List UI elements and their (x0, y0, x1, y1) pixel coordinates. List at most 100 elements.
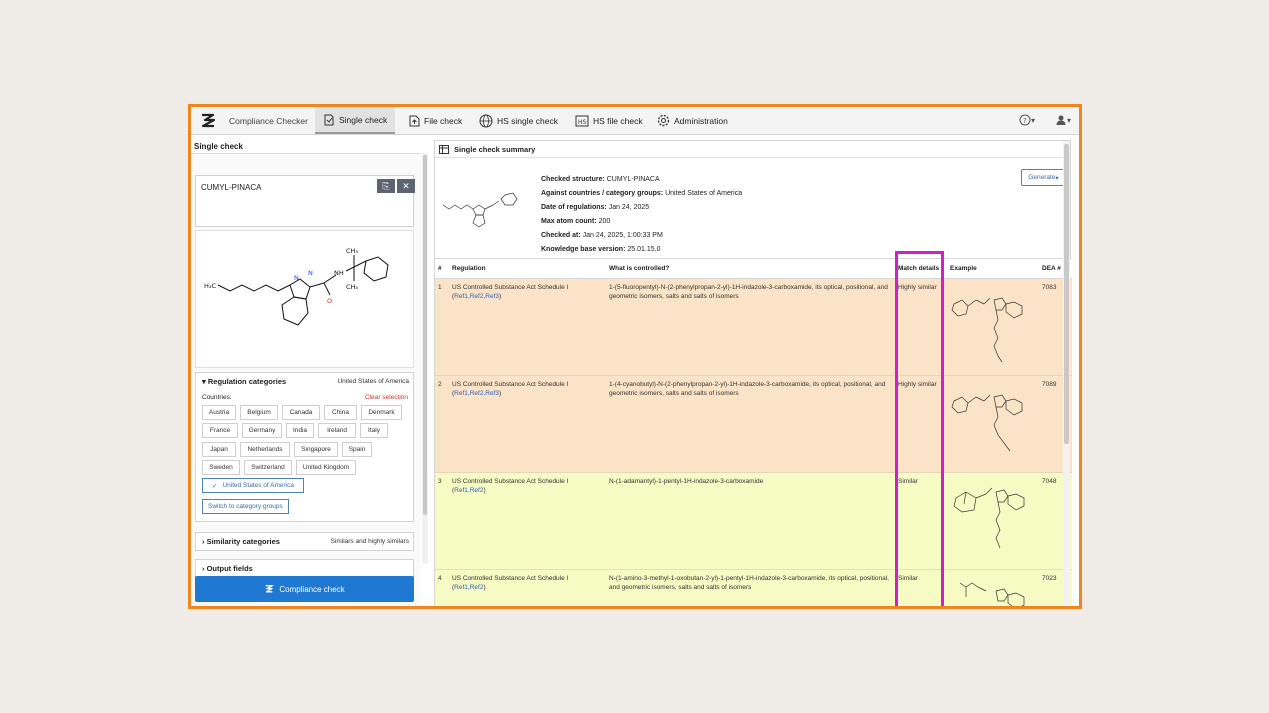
paste-icon[interactable]: ⎘ (377, 179, 395, 193)
cell-example (947, 472, 1039, 570)
summary-title: Single check summary (454, 144, 536, 154)
tab-administration[interactable]: Administration (649, 107, 736, 134)
tab-single-check[interactable]: Single check (315, 107, 396, 134)
cell-example (947, 569, 1039, 606)
app-window: Compliance Checker Single check File che… (188, 104, 1082, 609)
brand[interactable]: Compliance Checker (199, 112, 308, 130)
results-table: # Regulation What is controlled? Match d… (435, 258, 1072, 606)
chevron-down-icon: ▾ (1055, 174, 1059, 182)
tab-hs-single-check[interactable]: HS single check (471, 107, 566, 134)
top-nav: Compliance Checker Single check File che… (191, 107, 1079, 135)
clear-selection-link[interactable]: Clear selection (365, 394, 408, 401)
country-chip-denmark[interactable]: Denmark (361, 405, 402, 420)
button-label: Compliance check (279, 584, 345, 594)
tab-label: Administration (674, 115, 728, 126)
svg-text:?: ? (1023, 117, 1027, 125)
cell-match: Highly similar (895, 375, 947, 473)
single-check-icon (324, 114, 334, 125)
country-chip-singapore[interactable]: Singapore (294, 442, 338, 457)
structure-editor[interactable]: H₃C N N O NH CH₃ CH₃ (195, 230, 414, 368)
country-chip-italy[interactable]: Italy (360, 423, 388, 438)
gear-icon (657, 114, 670, 127)
cell-num: 4 (435, 569, 449, 606)
regulation-categories-section: ▾ Regulation categories United States of… (195, 372, 414, 522)
checkmark-icon: ✓ (212, 482, 218, 490)
tab-hs-file-check[interactable]: HS HS file check (567, 107, 651, 134)
summary-row-countries: Against countries / category groups: Uni… (541, 190, 743, 197)
example-structure-drawing (951, 297, 1023, 363)
cell-num: 3 (435, 472, 449, 570)
svg-text:HS: HS (578, 119, 587, 126)
svg-text:CH₃: CH₃ (346, 247, 358, 255)
cell-match: Similar (895, 569, 947, 606)
country-chip-sweden[interactable]: Sweden (202, 460, 240, 475)
chip-label: United States of America (222, 482, 294, 489)
table-row[interactable]: 1 US Controlled Substance Act Schedule I… (435, 278, 1072, 376)
country-chip-united-kingdom[interactable]: United Kingdom (296, 460, 356, 475)
tab-file-check[interactable]: File check (401, 107, 470, 134)
country-chip-germany[interactable]: Germany (242, 423, 282, 438)
country-chip-india[interactable]: India (286, 423, 314, 438)
country-chip-switzerland[interactable]: Switzerland (244, 460, 292, 475)
cell-what: N-(1-adamantyl)-1-pentyl-1H-indazole-3-c… (606, 472, 895, 570)
svg-text:H₃C: H₃C (204, 282, 216, 290)
country-chip-japan[interactable]: Japan (202, 442, 236, 457)
cell-regulation: US Controlled Substance Act Schedule I (R… (449, 278, 606, 376)
refs-link[interactable]: Ref1,Ref2 (454, 584, 483, 591)
cell-example (947, 375, 1039, 473)
cell-what: N-(1-amino-3-methyl-1-oxobutan-2-yl)-1-p… (606, 569, 895, 606)
user-icon (1056, 115, 1066, 125)
tab-label: HS single check (497, 115, 558, 126)
table-header-row: # Regulation What is controlled? Match d… (435, 258, 1072, 279)
switch-to-category-groups-button[interactable]: Switch to category groups (202, 499, 289, 514)
col-regulation[interactable]: Regulation (449, 258, 606, 279)
country-chip-china[interactable]: China (324, 405, 357, 420)
refs-link[interactable]: Ref1,Ref2,Ref3 (454, 390, 499, 397)
refs-link[interactable]: Ref1,Ref2 (454, 487, 483, 494)
example-structure-drawing (951, 394, 1023, 452)
country-chip-belgium[interactable]: Belgium (240, 405, 278, 420)
left-scrollbar[interactable] (422, 153, 428, 563)
summary-row-kb-version: Knowledge base version: 25.01.15.0 (541, 246, 661, 253)
similarity-categories-section[interactable]: › Similarity categories Similars and hig… (195, 532, 414, 551)
table-row[interactable]: 3 US Controlled Substance Act Schedule I… (435, 472, 1072, 570)
help-menu[interactable]: ? ▾ (1019, 114, 1035, 126)
section-title: Output fields (206, 564, 253, 573)
close-icon[interactable]: ✕ (397, 179, 415, 193)
table-row[interactable]: 2 US Controlled Substance Act Schedule I… (435, 375, 1072, 473)
summary-row-structure: Checked structure: CUMYL-PINACA (541, 176, 660, 183)
svg-text:N: N (294, 274, 299, 282)
molecule-drawing: H₃C N N O NH CH₃ CH₃ (204, 247, 389, 326)
country-chip-united-states[interactable]: ✓ United States of America (202, 478, 304, 493)
cell-num: 1 (435, 278, 449, 376)
panel-title: Single check (194, 142, 243, 151)
tab-label: Single check (339, 114, 388, 125)
country-chip-austria[interactable]: Austria (202, 405, 236, 420)
country-chip-ireland[interactable]: Ireland (318, 423, 356, 438)
svg-text:NH: NH (334, 269, 344, 277)
cell-regulation: US Controlled Substance Act Schedule I (R… (449, 569, 606, 606)
col-what-controlled[interactable]: What is controlled? (606, 258, 895, 279)
summary-scrollbar[interactable] (1063, 141, 1070, 606)
country-chip-spain[interactable]: Spain (342, 442, 372, 457)
svg-text:N: N (308, 269, 313, 277)
tab-label: HS file check (593, 115, 643, 126)
col-example[interactable]: Example (947, 258, 1039, 279)
country-chip-netherlands[interactable]: Netherlands (240, 442, 290, 457)
table-row[interactable]: 4 US Controlled Substance Act Schedule I… (435, 569, 1072, 606)
hs-file-icon: HS (575, 115, 589, 126)
country-chip-france[interactable]: France (202, 423, 238, 438)
col-match-details[interactable]: Match details (895, 258, 947, 279)
left-panel: Single check CUMYL-PINACA ⎘ ✕ H₃C N N O … (191, 136, 430, 606)
summary-details: Checked structure: CUMYL-PINACA Against … (435, 159, 1072, 257)
regulation-categories-header[interactable]: ▾ Regulation categories United States of… (196, 373, 413, 390)
cell-match: Highly similar (895, 278, 947, 376)
cell-regulation: US Controlled Substance Act Schedule I (R… (449, 472, 606, 570)
chevron-down-icon: ▾ (1031, 115, 1036, 125)
refs-link[interactable]: Ref1,Ref2,Ref3 (454, 293, 499, 300)
col-num[interactable]: # (435, 258, 449, 279)
generate-button[interactable]: Generate ▾ (1021, 169, 1066, 186)
user-menu[interactable]: ▾ (1055, 114, 1071, 126)
compliance-check-button[interactable]: Compliance check (195, 576, 414, 602)
country-chip-canada[interactable]: Canada (282, 405, 320, 420)
